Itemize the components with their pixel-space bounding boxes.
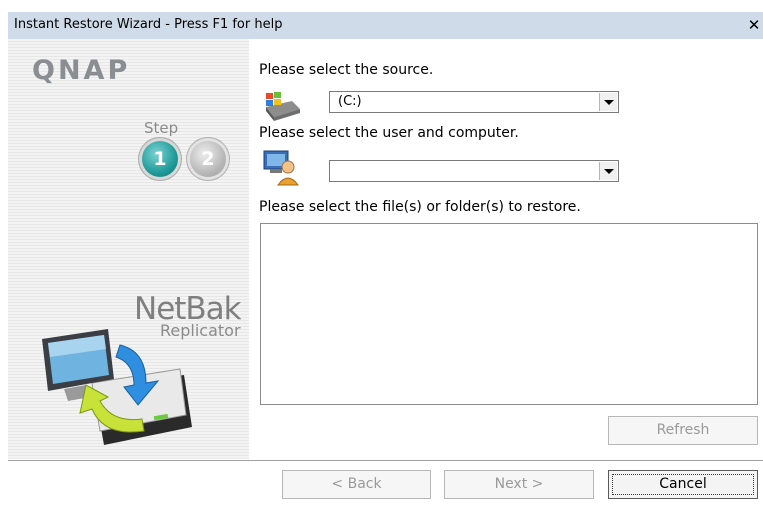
product-subtitle: Replicator bbox=[160, 321, 241, 340]
qnap-logo: QNAP bbox=[32, 55, 131, 86]
step-indicator-2: 2 bbox=[190, 141, 226, 177]
wizard-dialog: QNAP Step 1 2 NetBak Replicator Please s… bbox=[8, 39, 763, 509]
drive-icon bbox=[266, 92, 300, 121]
cancel-button[interactable]: Cancel bbox=[608, 470, 758, 499]
source-prompt: Please select the source. bbox=[259, 62, 434, 78]
top-strip bbox=[0, 0, 763, 12]
chevron-down-icon[interactable] bbox=[599, 93, 617, 111]
window-title: Instant Restore Wizard - Press F1 for he… bbox=[14, 17, 283, 32]
user-computer-icon bbox=[263, 150, 299, 186]
footer-divider-highlight bbox=[8, 461, 763, 462]
refresh-button[interactable]: Refresh bbox=[608, 416, 758, 445]
close-icon[interactable]: ✕ bbox=[745, 16, 763, 34]
files-prompt: Please select the file(s) or folder(s) t… bbox=[259, 199, 581, 215]
chevron-down-icon[interactable] bbox=[599, 162, 617, 180]
title-bar[interactable]: Instant Restore Wizard - Press F1 for he… bbox=[8, 12, 763, 40]
wizard-sidebar: QNAP Step 1 2 NetBak Replicator bbox=[8, 39, 249, 459]
next-button[interactable]: Next > bbox=[444, 470, 594, 499]
source-value: (C:) bbox=[338, 94, 362, 109]
focus-rect bbox=[612, 474, 754, 495]
monitor-drive-sync-icon bbox=[42, 329, 192, 445]
step-label: Step bbox=[144, 119, 179, 137]
user-computer-dropdown[interactable] bbox=[329, 160, 619, 182]
restore-items-list[interactable] bbox=[260, 223, 758, 405]
back-button[interactable]: < Back bbox=[282, 470, 431, 499]
step-indicator-1: 1 bbox=[142, 141, 178, 177]
source-dropdown[interactable]: (C:) bbox=[329, 91, 619, 113]
user-prompt: Please select the user and computer. bbox=[259, 125, 519, 141]
